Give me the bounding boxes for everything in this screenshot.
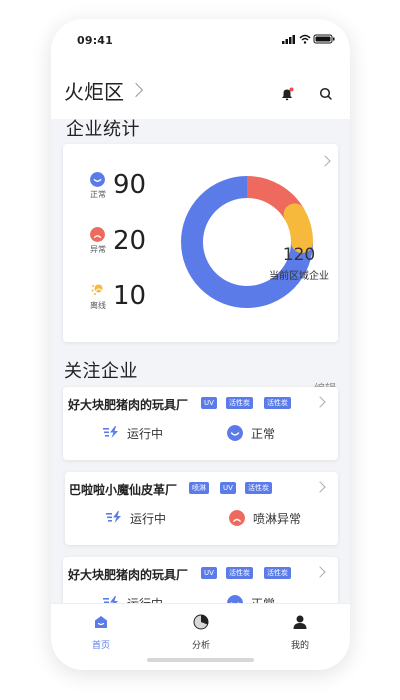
- tab-home[interactable]: 首页: [71, 614, 131, 652]
- status-time: 09:41: [77, 34, 114, 47]
- stats-section-title: 企业统计: [66, 119, 140, 140]
- company-name: 好大块肥猪肉的玩具厂: [68, 568, 189, 582]
- stat-label-normal: 正常: [90, 190, 106, 199]
- company-status: 喷淋异常: [253, 512, 302, 526]
- company-card[interactable]: 好大块肥猪肉的玩具厂 UV 活性炭 活性炭 运行中 正常: [63, 387, 338, 460]
- region-title[interactable]: 火炬区: [64, 76, 124, 105]
- user-icon: [293, 615, 307, 629]
- chevron-right-icon[interactable]: [314, 481, 326, 493]
- watch-section-title: 关注企业: [64, 361, 138, 382]
- company-tag: 活性炭: [264, 397, 291, 409]
- company-tag: UV: [201, 397, 217, 409]
- run-status: 运行中: [130, 512, 167, 526]
- stat-value-abnormal: 20: [113, 226, 147, 256]
- nav-bar: 火炬区: [51, 61, 350, 119]
- chevron-right-icon[interactable]: [128, 82, 144, 98]
- wifi-icon: [299, 34, 311, 44]
- status-bar: 09:41: [51, 19, 350, 61]
- tab-label-profile: 我的: [290, 641, 309, 651]
- run-status: 运行中: [127, 427, 164, 441]
- smile-icon: [90, 172, 105, 187]
- home-icon: [95, 616, 107, 628]
- bell-icon[interactable]: [279, 86, 295, 102]
- smile-icon: [227, 425, 243, 441]
- running-icon: [106, 511, 121, 523]
- company-card[interactable]: 巴啦啦小魔仙皮革厂 喷淋 UV 活性炭 运行中 喷淋异常: [65, 472, 338, 545]
- signal-icon: [282, 35, 295, 44]
- stats-card[interactable]: 正常 90 异常 20 离线 10: [63, 144, 338, 342]
- stat-value-offline: 10: [113, 281, 147, 311]
- company-tag: 活性炭: [226, 567, 253, 579]
- donut-slice-2: [283, 203, 313, 253]
- company-tag: 活性炭: [226, 397, 253, 409]
- frown-icon: [229, 510, 245, 526]
- tab-label-home: 首页: [91, 641, 110, 651]
- chevron-right-icon[interactable]: [314, 566, 326, 578]
- company-name: 巴啦啦小魔仙皮革厂: [69, 483, 178, 497]
- tab-label-analysis: 分析: [191, 641, 210, 651]
- company-tag: 活性炭: [245, 482, 272, 494]
- company-status: 正常: [251, 427, 276, 441]
- tab-profile[interactable]: 我的: [270, 614, 330, 652]
- donut-total-label: 当前区域企业: [269, 271, 329, 282]
- company-tag: 活性炭: [264, 567, 291, 579]
- company-name: 好大块肥猪肉的玩具厂: [68, 398, 189, 412]
- phone-frame: 09:41 火炬区 企业统计 正常 90 异常 20 离线 10 120 当前区…: [51, 19, 350, 670]
- stat-value-normal: 90: [113, 170, 147, 200]
- home-indicator: [147, 658, 254, 662]
- chevron-right-icon[interactable]: [319, 155, 331, 167]
- frown-icon: [90, 227, 105, 242]
- battery-icon: [313, 34, 335, 44]
- company-tag: UV: [201, 567, 217, 579]
- status-icons: [282, 34, 335, 44]
- stat-label-offline: 离线: [90, 301, 106, 310]
- pie-chart-icon: [193, 614, 209, 630]
- donut-chart: [181, 176, 313, 308]
- company-tag: UV: [220, 482, 236, 494]
- tab-analysis[interactable]: 分析: [171, 614, 231, 652]
- search-icon[interactable]: [319, 87, 333, 101]
- stat-label-abnormal: 异常: [90, 245, 106, 254]
- company-tag: 喷淋: [189, 482, 209, 494]
- running-icon: [103, 426, 118, 438]
- chevron-right-icon[interactable]: [314, 396, 326, 408]
- donut-total: 120: [282, 245, 316, 265]
- offline-icon: [91, 284, 103, 295]
